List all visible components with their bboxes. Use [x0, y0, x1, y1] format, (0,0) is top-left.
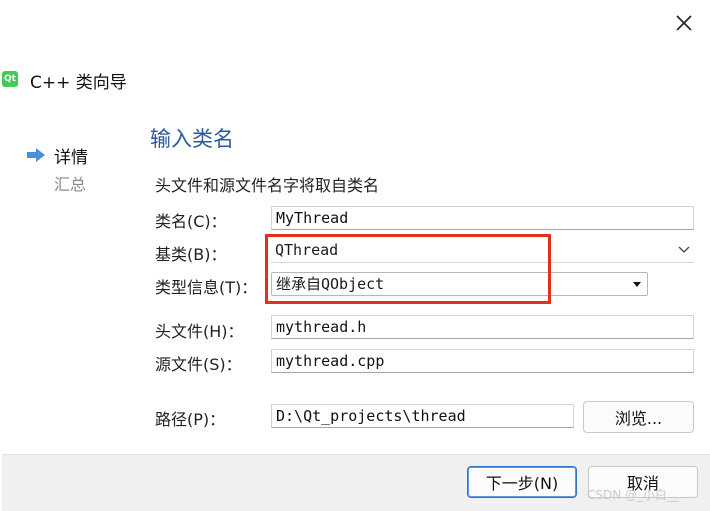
- path-label: 路径(P)：: [155, 410, 226, 429]
- qt-logo-icon: Qt: [2, 71, 18, 87]
- path-input[interactable]: D:\Qt_projects\thread: [271, 404, 574, 428]
- browse-button[interactable]: 浏览...: [583, 401, 694, 433]
- step-summary: 汇总: [54, 175, 87, 194]
- base-class-value: QThread: [275, 241, 339, 259]
- type-info-combobox[interactable]: 继承自QObject: [271, 272, 648, 296]
- next-button[interactable]: 下一步(N): [467, 466, 577, 498]
- section-description: 头文件和源文件名字将取自类名: [155, 176, 380, 195]
- close-icon: [676, 15, 692, 31]
- dropdown-arrow-icon: [633, 282, 641, 287]
- header-file-label: 头文件(H)：: [155, 322, 244, 341]
- wizard-title: C++ 类向导: [30, 73, 127, 93]
- close-button[interactable]: [664, 6, 704, 40]
- source-file-label: 源文件(S)：: [155, 355, 242, 374]
- base-class-label: 基类(B)：: [155, 245, 227, 264]
- header-file-input[interactable]: mythread.h: [271, 315, 694, 339]
- source-file-input[interactable]: mythread.cpp: [271, 349, 694, 373]
- watermark: CSDN @_小白__: [587, 488, 680, 502]
- class-name-input[interactable]: MyThread: [271, 206, 694, 230]
- step-details: 详情: [54, 148, 88, 168]
- chevron-down-icon: [678, 246, 690, 253]
- qt-logo-text: Qt: [4, 74, 16, 84]
- class-name-label: 类名(C)：: [155, 212, 227, 231]
- current-step-arrow-icon: [27, 148, 45, 162]
- section-title: 输入类名: [150, 127, 234, 151]
- type-info-value: 继承自QObject: [276, 275, 385, 293]
- type-info-label: 类型信息(T)：: [155, 278, 258, 297]
- base-class-combobox[interactable]: QThread: [271, 239, 694, 263]
